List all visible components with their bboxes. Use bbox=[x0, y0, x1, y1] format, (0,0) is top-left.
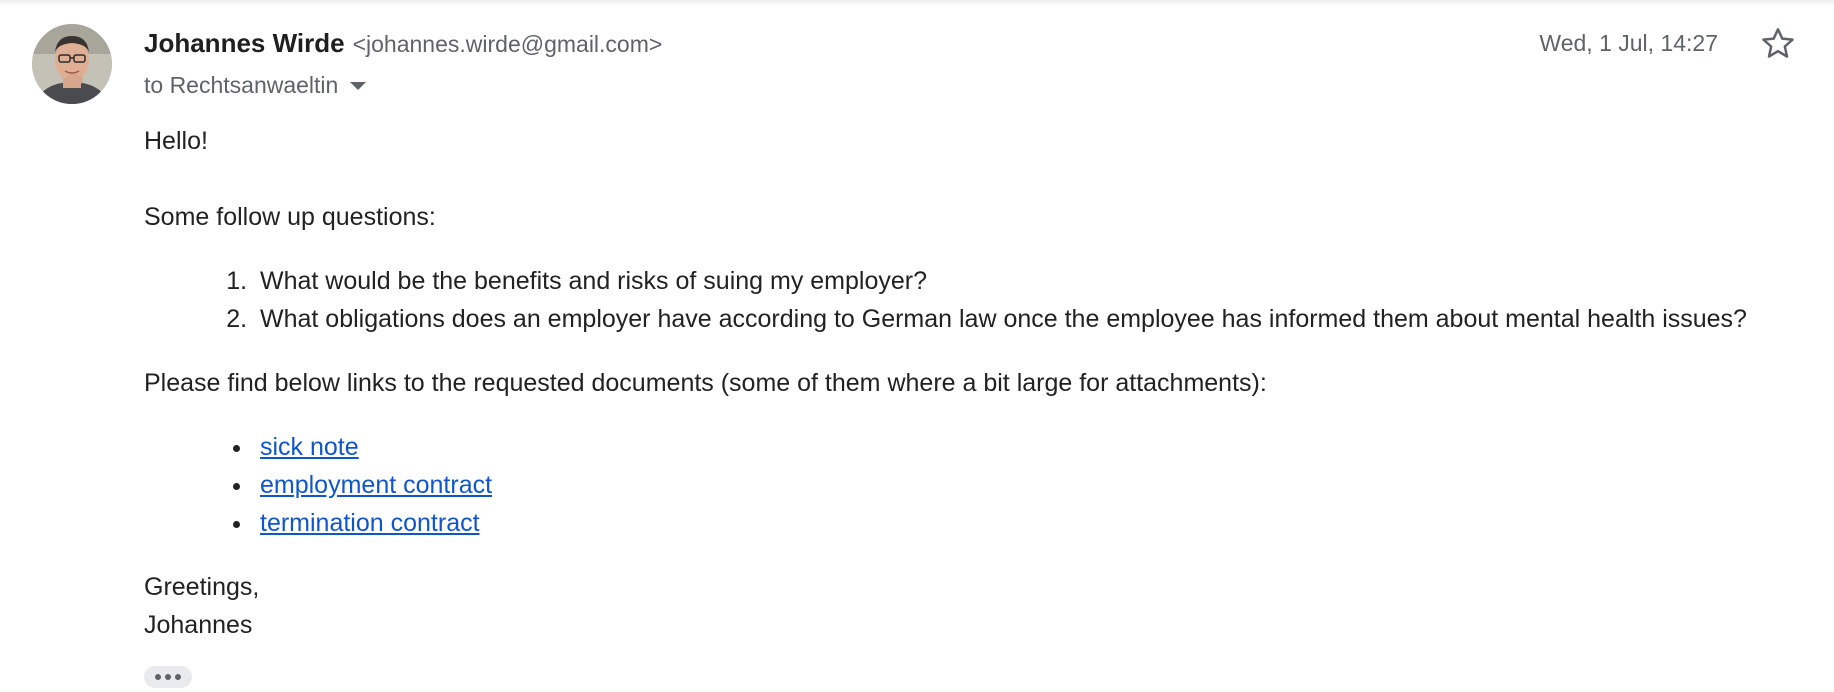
list-item: termination contract bbox=[254, 504, 1824, 542]
recipient-details-toggle[interactable]: to Rechtsanwaeltin bbox=[144, 70, 367, 100]
link-termination-contract[interactable]: termination contract bbox=[260, 509, 480, 537]
show-trimmed-content-button[interactable] bbox=[144, 666, 192, 688]
sender-email: <johannes.wirde@gmail.com> bbox=[352, 31, 663, 57]
recipient-line: to Rechtsanwaeltin bbox=[144, 71, 339, 98]
more-horiz-icon bbox=[155, 674, 161, 680]
sender-line: Johannes Wirde <johannes.wirde@gmail.com… bbox=[144, 28, 662, 60]
more-dot bbox=[165, 674, 171, 680]
links-intro-text: Please find below links to the requested… bbox=[144, 369, 1267, 397]
sender-avatar[interactable] bbox=[32, 24, 112, 104]
star-icon[interactable] bbox=[1758, 24, 1798, 64]
top-shadow bbox=[0, 0, 1834, 6]
email-body: Hello! Some follow up questions: What wo… bbox=[144, 122, 1824, 644]
link-sick-note[interactable]: sick note bbox=[260, 433, 359, 461]
email-date: Wed, 1 Jul, 14:27 bbox=[1539, 30, 1718, 56]
intro-text: Some follow up questions: bbox=[144, 203, 436, 231]
closing-text: Greetings, bbox=[144, 573, 260, 601]
question-item: What obligations does an employer have a… bbox=[254, 300, 1824, 338]
signature-text: Johannes bbox=[144, 611, 253, 639]
document-links-list: sick note employment contract terminatio… bbox=[144, 428, 1824, 542]
caret-down-icon[interactable] bbox=[350, 82, 367, 90]
sender-name[interactable]: Johannes Wirde bbox=[144, 28, 345, 59]
question-item: What would be the benefits and risks of … bbox=[254, 262, 1824, 300]
link-employment-contract[interactable]: employment contract bbox=[260, 471, 492, 499]
list-item: sick note bbox=[254, 428, 1824, 466]
list-item: employment contract bbox=[254, 466, 1824, 504]
greeting-text: Hello! bbox=[144, 127, 208, 155]
avatar-photo bbox=[32, 24, 112, 104]
questions-list: What would be the benefits and risks of … bbox=[144, 262, 1824, 338]
more-dot bbox=[175, 674, 181, 680]
